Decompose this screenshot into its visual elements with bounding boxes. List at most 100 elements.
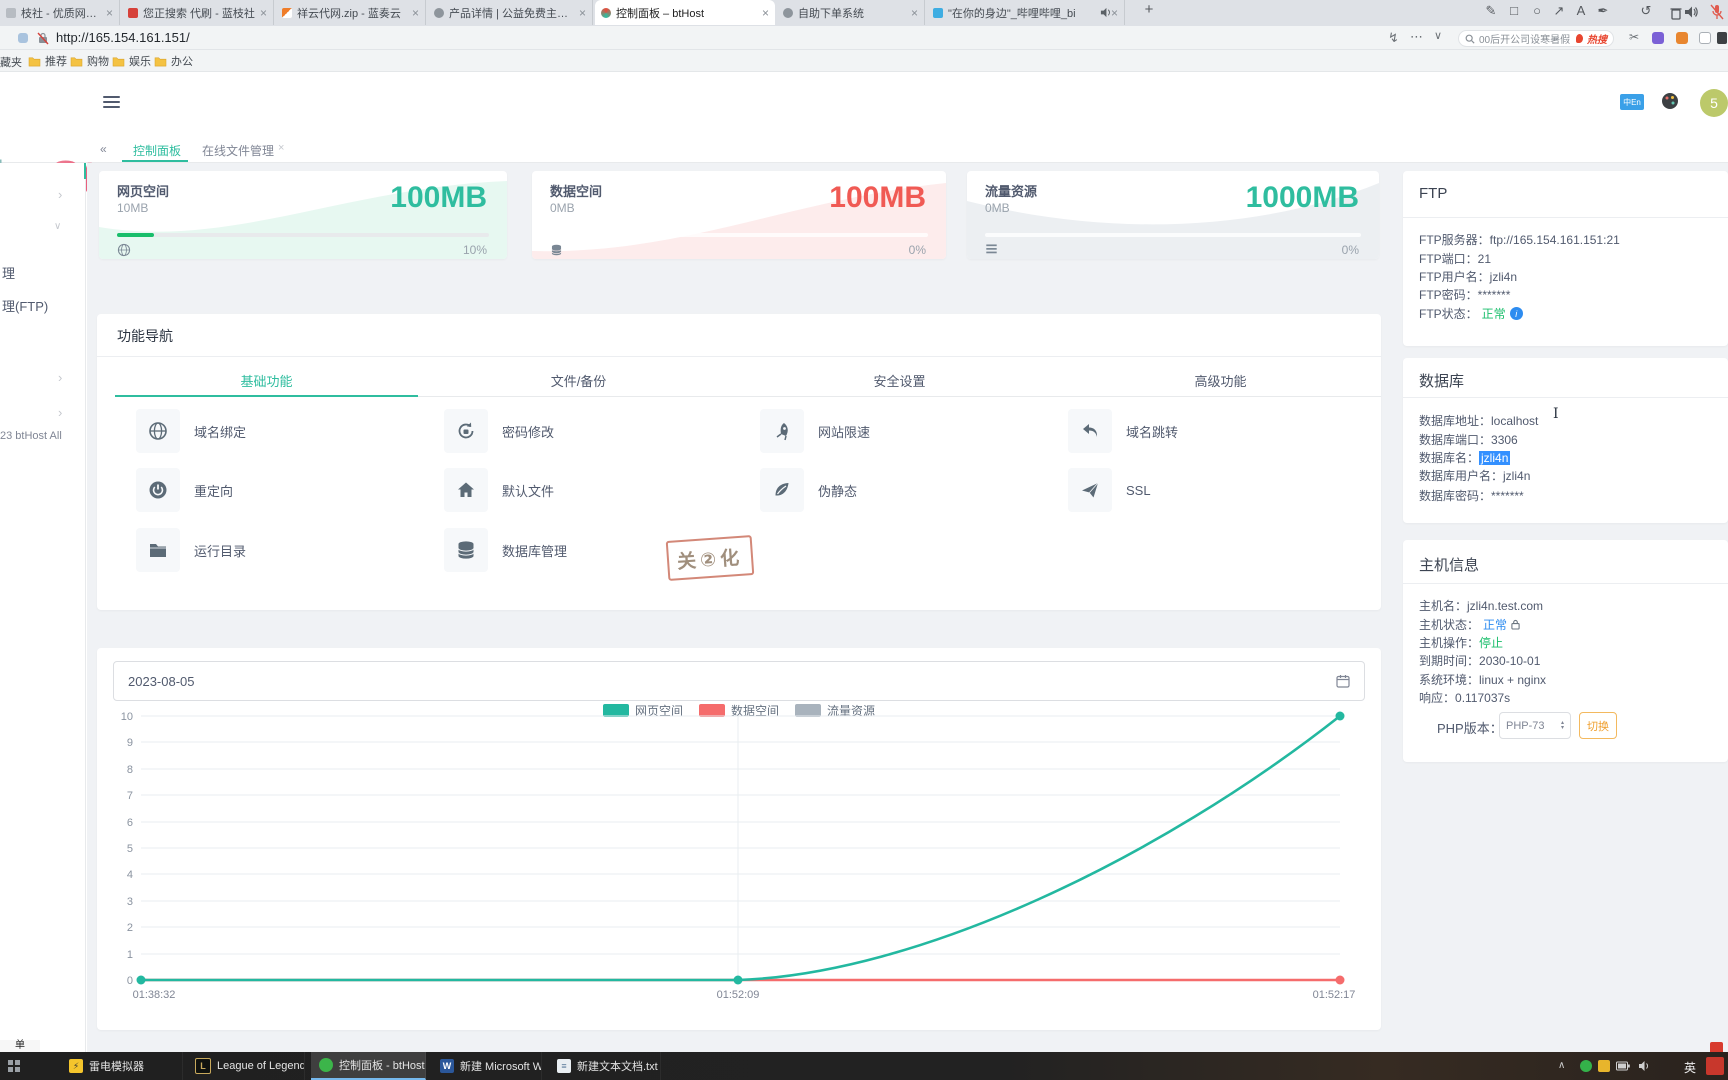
tab-advanced[interactable]: 高级功能: [1060, 366, 1381, 397]
browser-search-box[interactable]: 00后开公司设寒暑假 热搜: [1458, 30, 1614, 47]
bolt-icon[interactable]: ↯: [1388, 30, 1399, 46]
function-redirect[interactable]: 重定向: [136, 468, 233, 512]
php-switch-button[interactable]: 切换: [1579, 712, 1617, 739]
send-icon: [1080, 480, 1100, 500]
start-button[interactable]: [8, 1060, 20, 1072]
close-icon[interactable]: ×: [278, 142, 284, 154]
function-run-directory[interactable]: 运行目录: [136, 528, 246, 572]
device-icon[interactable]: [1699, 32, 1711, 44]
close-icon[interactable]: ×: [412, 6, 419, 20]
browser-tab[interactable]: 您正搜索 代刷 - 蓝枝社 ×: [122, 0, 274, 25]
tab-audio-icon[interactable]: [1100, 7, 1111, 18]
chevron-down-icon[interactable]: ∨: [54, 221, 61, 232]
flag-favicon: [282, 8, 292, 18]
bookmark-folder[interactable]: 娱乐: [112, 53, 151, 69]
more-menu-icon[interactable]: ⋯: [1410, 29, 1423, 45]
function-password-change[interactable]: 密码修改: [444, 409, 554, 453]
hamburger-menu-icon[interactable]: [103, 93, 120, 111]
bookmark-folder-label[interactable]: 藏夹: [0, 54, 22, 70]
tab-dashboard[interactable]: 控制面板: [133, 142, 181, 159]
collapse-tabs-icon[interactable]: «: [100, 142, 107, 156]
close-icon[interactable]: ×: [579, 6, 586, 20]
browser-tab[interactable]: 祥云代网.zip - 蓝奏云 ×: [276, 0, 426, 25]
browser-toolbar: http://165.154.161.151/ ↯ ⋯ ∨ 00后开公司设寒暑假…: [0, 26, 1728, 50]
text-tool-icon[interactable]: A: [1572, 3, 1590, 18]
sidebar-item-ftp-manager[interactable]: 理(FTP): [2, 296, 48, 315]
function-domain-redirect[interactable]: 域名跳转: [1068, 409, 1178, 453]
ime-language-indicator[interactable]: 英: [1684, 1059, 1696, 1076]
browser-tab[interactable]: 自助下单系统 ×: [777, 0, 925, 25]
host-stop-action[interactable]: 停止: [1479, 636, 1503, 650]
trash-icon[interactable]: [1670, 6, 1682, 20]
chevron-right-icon[interactable]: ›: [58, 187, 62, 202]
function-pseudo-static[interactable]: 伪静态: [760, 468, 857, 512]
theme-palette-icon[interactable]: [1661, 92, 1679, 110]
tray-app-icon[interactable]: [1598, 1060, 1610, 1072]
function-ssl[interactable]: SSL: [1068, 468, 1151, 512]
new-tab-button[interactable]: +: [1140, 1, 1158, 18]
battery-icon[interactable]: [1616, 1061, 1630, 1071]
scissors-icon[interactable]: ✂: [1629, 30, 1639, 44]
sidebar-toggle-icon[interactable]: [1717, 32, 1727, 44]
extension-icon[interactable]: [18, 33, 28, 43]
bookmark-folder[interactable]: 购物: [70, 53, 109, 69]
language-toggle-icon[interactable]: 中En: [1620, 94, 1644, 110]
function-default-file[interactable]: 默认文件: [444, 468, 554, 512]
close-icon[interactable]: ×: [260, 6, 267, 20]
function-nav-card: 功能导航 基础功能 文件/备份 安全设置 高级功能 域名绑定 密码修改 网站限速…: [97, 314, 1381, 610]
stat-card-db-space: 数据空间 0MB 100MB 0%: [532, 171, 946, 259]
tab-file-manager[interactable]: 在线文件管理: [202, 142, 274, 159]
taskbar-item-notepad[interactable]: ≡ 新建文本文档.txt -...: [549, 1052, 661, 1080]
progress-track: [117, 233, 489, 237]
php-version-select[interactable]: PHP-73 ▴▾: [1499, 712, 1571, 739]
rect-tool-icon[interactable]: □: [1505, 3, 1523, 18]
function-site-speed-limit[interactable]: 网站限速: [760, 409, 870, 453]
function-domain-bind[interactable]: 域名绑定: [136, 409, 246, 453]
browser-tab[interactable]: 产品详情 | 公益免费主机互联 ×: [428, 0, 593, 25]
close-icon[interactable]: ×: [911, 6, 918, 20]
pencil-icon[interactable]: ✎: [1482, 3, 1500, 19]
chevron-right-icon[interactable]: ›: [58, 370, 62, 385]
taskbar-item-lol[interactable]: L League of Legends: [187, 1052, 305, 1080]
taskbar-item-word[interactable]: W 新建 Microsoft W...: [432, 1052, 542, 1080]
taskbar-item-browser[interactable]: 控制面板 - btHost...: [311, 1052, 426, 1080]
calendar-icon[interactable]: [1336, 674, 1350, 688]
tray-chevron-icon[interactable]: ∧: [1558, 1060, 1565, 1071]
taskbar-item-emulator[interactable]: ⚡ 雷电模拟器: [61, 1052, 183, 1080]
sidebar-item-file-manager[interactable]: 理: [2, 263, 15, 282]
date-picker[interactable]: 2023-08-05: [113, 661, 1365, 701]
pen-tool-icon[interactable]: ✒: [1594, 3, 1612, 19]
avatar[interactable]: 5: [1700, 89, 1728, 117]
tab-basic-functions[interactable]: 基础功能: [115, 366, 418, 397]
chevron-down-icon[interactable]: ∨: [1434, 29, 1442, 42]
background-window-edge: 单: [0, 1040, 40, 1052]
info-icon[interactable]: i: [1510, 307, 1523, 320]
bookmark-folder[interactable]: 办公: [154, 53, 193, 69]
browser-tab-active[interactable]: 控制面板 – btHost ×: [595, 0, 775, 25]
bookmark-folder[interactable]: 推荐: [28, 53, 67, 69]
arrow-tool-icon[interactable]: ↗: [1550, 3, 1568, 19]
tray-red-icon[interactable]: [1706, 1057, 1724, 1075]
extension-purple-icon[interactable]: [1652, 32, 1664, 44]
extension-orange-icon[interactable]: [1676, 32, 1688, 44]
ellipse-tool-icon[interactable]: ○: [1528, 3, 1546, 18]
mic-muted-icon[interactable]: [1710, 4, 1724, 21]
svg-text:9: 9: [127, 737, 133, 749]
url-field[interactable]: http://165.154.161.151/: [56, 30, 190, 45]
tray-app-icon[interactable]: [1580, 1060, 1592, 1072]
close-icon[interactable]: ×: [1111, 6, 1118, 20]
tab-file-backup[interactable]: 文件/备份: [418, 366, 739, 397]
chevron-right-icon[interactable]: ›: [58, 405, 62, 420]
close-icon[interactable]: ×: [106, 6, 113, 20]
browser-tab[interactable]: "在你的身边"_哔哩哔哩_bi ×: [927, 0, 1125, 25]
globe-icon: [117, 243, 131, 257]
function-database-manage[interactable]: 数据库管理: [444, 528, 567, 572]
volume-icon[interactable]: [1638, 1060, 1651, 1072]
browser-tab[interactable]: 枝社 - 优质网站源码与插件 ×: [0, 0, 120, 25]
not-secure-icon[interactable]: [37, 32, 49, 45]
undo-icon[interactable]: ↺: [1637, 3, 1655, 19]
speaker-icon[interactable]: [1684, 5, 1699, 19]
tab-security[interactable]: 安全设置: [739, 366, 1060, 397]
close-icon[interactable]: ×: [762, 6, 769, 20]
notepad-icon: ≡: [557, 1059, 571, 1073]
